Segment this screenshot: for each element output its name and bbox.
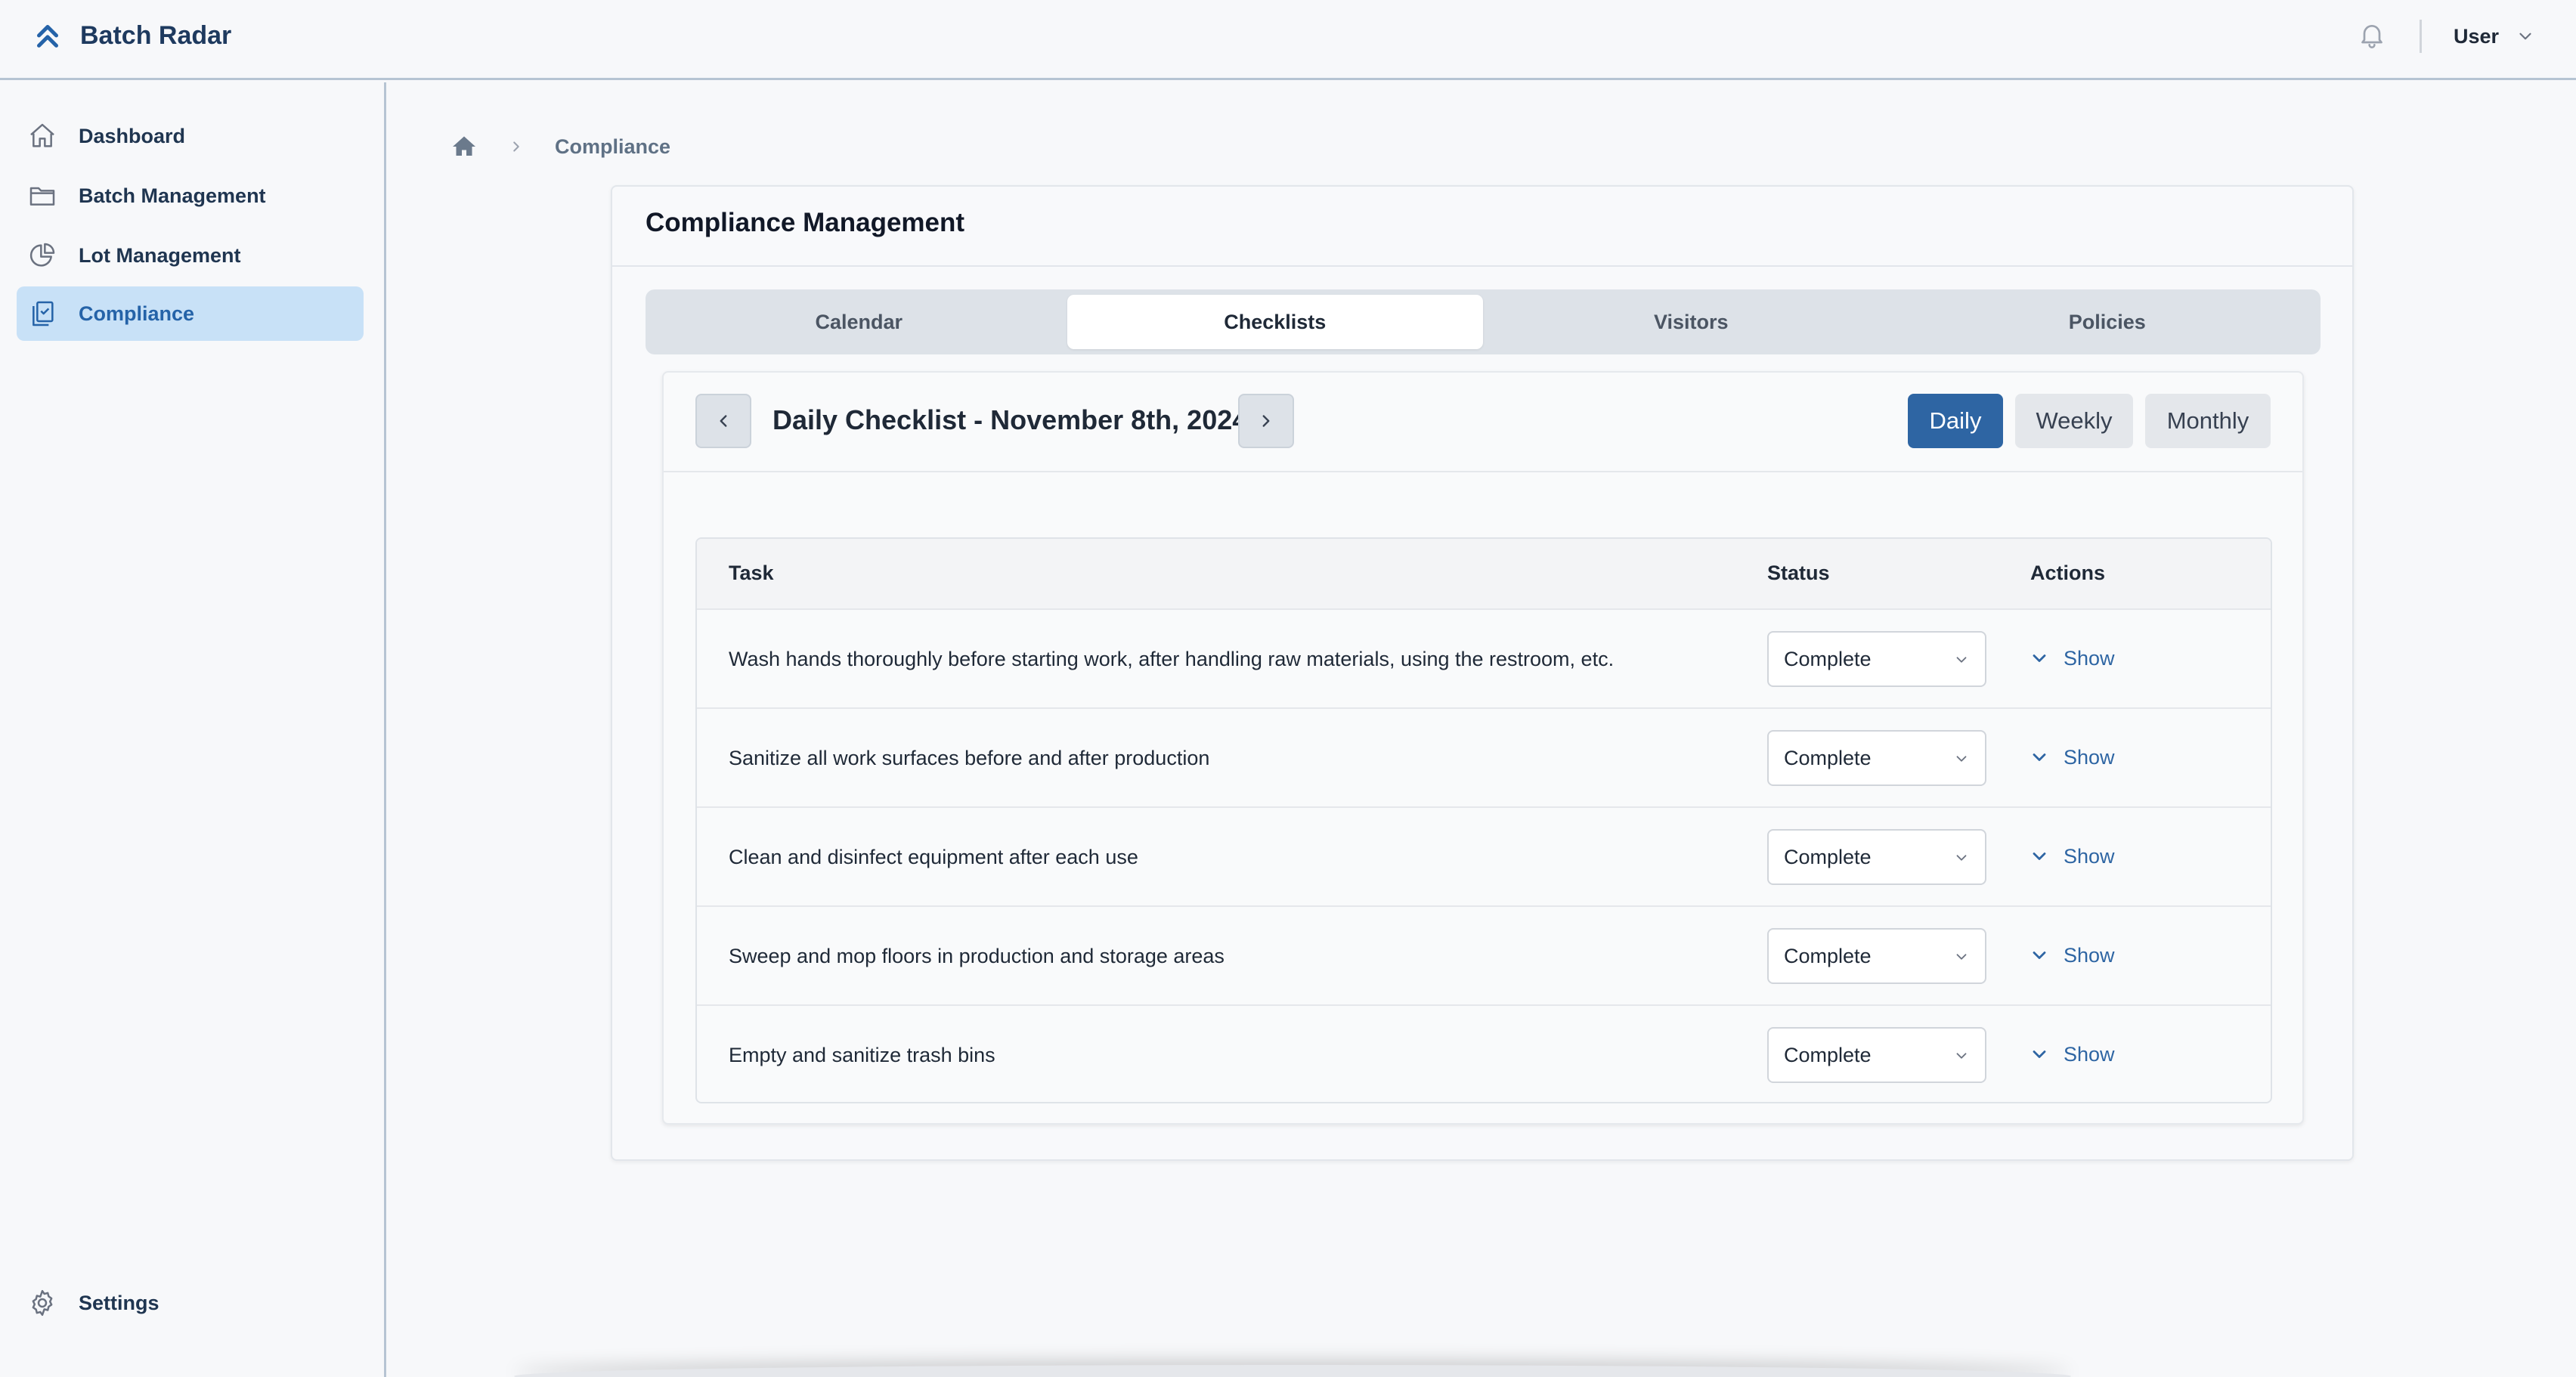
tab-policies[interactable]: Policies <box>1899 295 2316 349</box>
chevron-down-icon <box>2033 654 2046 662</box>
table-row: Sanitize all work surfaces before and af… <box>697 709 2271 808</box>
status-value: Complete <box>1784 944 1872 967</box>
task-text: Sweep and mop floors in production and s… <box>729 945 1225 967</box>
status-value: Complete <box>1784 647 1872 670</box>
table-row: Empty and sanitize trash bins Complete S… <box>697 1006 2271 1102</box>
show-button[interactable]: Show <box>2029 940 2115 970</box>
status-select[interactable]: Complete <box>1767 928 1986 984</box>
chevron-right-icon <box>513 141 519 152</box>
home-icon <box>30 123 54 147</box>
task-text: Empty and sanitize trash bins <box>729 1044 995 1066</box>
table-header: Task Status Actions <box>697 539 2271 610</box>
show-button[interactable]: Show <box>2029 1039 2115 1069</box>
breadcrumb-current: Compliance <box>555 135 671 158</box>
chevron-left-icon <box>720 415 727 427</box>
column-header-task: Task <box>729 562 774 584</box>
checklist-title: Daily Checklist - November 8th, 2024 <box>772 404 1248 435</box>
weekly-button[interactable]: Weekly <box>2015 394 2133 448</box>
checklist-header: Daily Checklist - November 8th, 2024 Dai… <box>664 373 2302 472</box>
double-chevron-up-icon <box>37 25 58 48</box>
previous-day-button[interactable] <box>695 394 751 448</box>
page-title: Compliance Management <box>646 208 965 237</box>
task-text: Sanitize all work surfaces before and af… <box>729 747 1210 769</box>
compliance-card: Compliance Management Calendar Checklist… <box>611 185 2354 1161</box>
table-row: Clean and disinfect equipment after each… <box>697 808 2271 907</box>
table-row: Sweep and mop floors in production and s… <box>697 907 2271 1006</box>
checklist-panel: Daily Checklist - November 8th, 2024 Dai… <box>662 371 2304 1125</box>
user-menu[interactable]: User <box>2454 23 2535 50</box>
table-row: Wash hands thoroughly before starting wo… <box>697 610 2271 709</box>
tab-calendar[interactable]: Calendar <box>651 295 1067 349</box>
status-value: Complete <box>1784 746 1872 769</box>
column-header-status: Status <box>1767 562 1830 584</box>
chevron-down-icon <box>1956 954 1967 960</box>
show-button[interactable]: Show <box>2029 742 2115 772</box>
show-label: Show <box>2064 646 2115 670</box>
home-icon[interactable] <box>450 133 478 160</box>
sidebar-item-label: Settings <box>79 1291 159 1314</box>
chevron-down-icon <box>2033 753 2046 761</box>
sidebar-item-lot-management[interactable]: Lot Management <box>17 228 364 283</box>
sidebar-item-settings[interactable]: Settings <box>17 1276 364 1330</box>
sidebar-item-label: Compliance <box>79 302 195 325</box>
status-select[interactable]: Complete <box>1767 631 1986 687</box>
card-header: Compliance Management <box>612 187 2352 267</box>
chevron-down-icon <box>1956 1053 1967 1059</box>
chevron-down-icon <box>1956 855 1967 861</box>
sidebar-item-dashboard[interactable]: Dashboard <box>17 109 364 163</box>
sidebar-item-compliance[interactable]: Compliance <box>17 286 364 341</box>
daily-button[interactable]: Daily <box>1908 394 2003 448</box>
sidebar: Dashboard Batch Management Lot Managemen… <box>0 82 386 1377</box>
tab-checklists[interactable]: Checklists <box>1067 295 1483 349</box>
show-label: Show <box>2064 943 2115 967</box>
monthly-button[interactable]: Monthly <box>2145 394 2271 448</box>
next-day-button[interactable] <box>1238 394 1294 448</box>
header-divider <box>2420 20 2422 53</box>
app-name: Batch Radar <box>80 20 232 50</box>
chevron-down-icon <box>2033 952 2046 959</box>
gear-icon <box>32 1289 53 1317</box>
chevron-down-icon <box>2033 1051 2046 1058</box>
status-value: Complete <box>1784 845 1872 868</box>
pie-chart-icon <box>29 243 55 267</box>
show-button[interactable]: Show <box>2029 643 2115 673</box>
chevron-down-icon <box>2033 853 2046 860</box>
bottom-shadow <box>514 1365 2071 1377</box>
show-button[interactable]: Show <box>2029 841 2115 871</box>
chevron-right-icon <box>1262 415 1270 427</box>
brand[interactable]: Batch Radar <box>30 17 231 54</box>
sidebar-item-label: Lot Management <box>79 243 241 267</box>
status-select[interactable]: Complete <box>1767 730 1986 786</box>
breadcrumb: Compliance <box>450 132 670 162</box>
task-text: Clean and disinfect equipment after each… <box>729 846 1138 868</box>
chevron-down-icon <box>1956 657 1967 663</box>
chevron-down-icon <box>1956 756 1967 762</box>
show-label: Show <box>2064 745 2115 769</box>
status-value: Complete <box>1784 1043 1872 1066</box>
folder-icon <box>29 187 55 206</box>
user-label: User <box>2454 24 2500 48</box>
sidebar-item-label: Batch Management <box>79 184 266 207</box>
column-header-actions: Actions <box>2030 562 2106 584</box>
tab-visitors[interactable]: Visitors <box>1483 295 1899 349</box>
show-label: Show <box>2064 844 2115 868</box>
top-bar: Batch Radar User <box>0 0 2576 80</box>
tab-bar: Calendar Checklists Visitors Policies <box>646 289 2321 354</box>
show-label: Show <box>2064 1042 2115 1066</box>
checklist-table: Task Status Actions Wash hands thoroughl… <box>695 537 2272 1103</box>
clipboard-icon <box>33 301 54 326</box>
chevron-down-icon <box>2519 32 2531 40</box>
task-text: Wash hands thoroughly before starting wo… <box>729 648 1615 670</box>
status-select[interactable]: Complete <box>1767 829 1986 885</box>
bell-icon[interactable] <box>2357 20 2387 50</box>
status-select[interactable]: Complete <box>1767 1027 1986 1083</box>
sidebar-item-batch-management[interactable]: Batch Management <box>17 169 364 223</box>
sidebar-item-label: Dashboard <box>79 124 186 147</box>
